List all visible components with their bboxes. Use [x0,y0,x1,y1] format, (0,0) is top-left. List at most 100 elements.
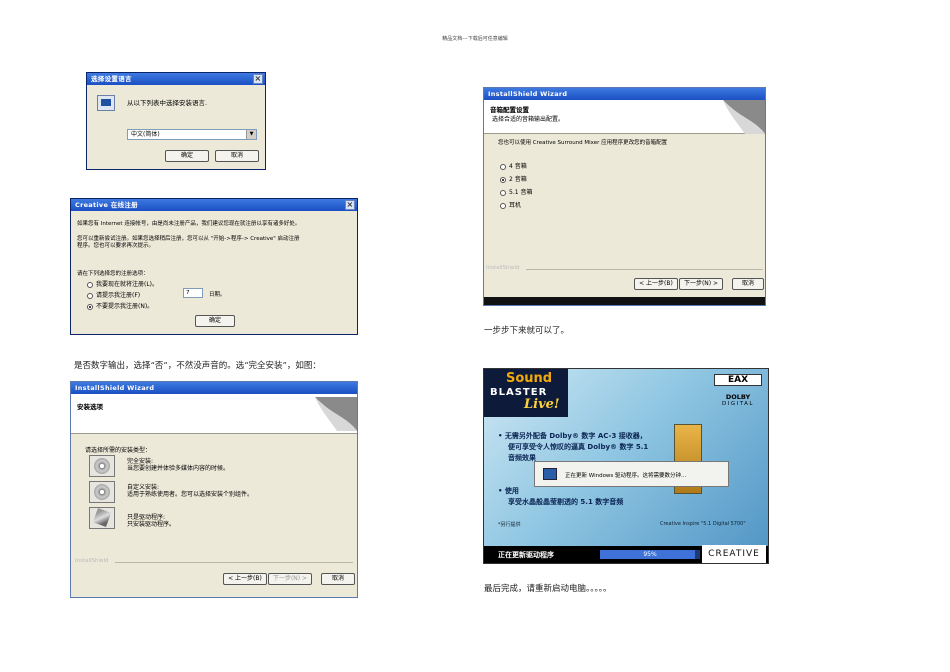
wizard-title: InstallShield Wizard [488,90,568,98]
note-text: *另行提供 [498,522,521,528]
computer-icon [97,95,115,111]
option-label: 5.1 音箱 [509,189,533,196]
radio-button-selected[interactable] [87,303,93,310]
radio-button[interactable] [500,202,506,209]
chevron-down-icon[interactable]: ▼ [246,130,256,139]
title-bar: 选择设置语言 × [87,73,265,85]
option-label: 4 音箱 [509,163,527,170]
close-icon[interactable]: × [345,200,355,210]
ok-button[interactable]: 确定 [165,150,209,162]
status-bar: 正在更新驱动程序 95% CREATIVE [484,545,768,563]
logo-box: Sound BLASTER Live! [484,369,568,417]
option-never-remind[interactable]: 不要提示我注册(N)。 [87,301,153,310]
info-text-2b: 程序。您也可以要求再次提示。 [77,243,155,249]
next-button[interactable]: 下一步(N) > [679,278,723,290]
progress-bar: 95% [600,550,700,559]
soundblaster-splash: Sound BLASTER Live! EAX DOLBY DIGITAL • … [483,368,769,564]
dolby-digital-text: DIGITAL [721,401,754,407]
custom-install-desc: 适用于熟练使用者。您可以选择安装个别组件。 [127,491,254,498]
bullet-1b: 便可享受令人惊叹的逼真 Dolby® 数字 5.1 [508,443,649,451]
options-prompt: 请在下列选择您的注册选项： [77,271,149,277]
setup-type-wizard: InstallShield Wizard 安装选项 请选择所需的安装类型： 完全… [70,381,358,598]
driver-only-desc: 只安装驱动程序。 [127,521,176,528]
page-header: 精品文档---下载后可任意编辑 [442,36,508,42]
status-text: 正在更新驱动程序 [498,551,554,559]
speaker-prompt: 您也可以使用 Creative Surround Mixer 应用程序更改您的音… [498,140,668,146]
option-label: 请提示我注册(F) [96,292,141,299]
installshield-brand: InstallShield [75,558,109,564]
back-button[interactable]: < 上一步(B) [223,573,267,585]
prompt-text: 从以下列表中选择安装语言. [127,99,208,107]
eax-logo: EAX [714,374,762,386]
updating-popup: 正在更新 Windows 驱动程序。这将需要数分钟... [534,461,729,487]
cancel-button[interactable]: 取消 [215,150,259,162]
language-dialog: 选择设置语言 × 从以下列表中选择安装语言. 中文(简体) ▼ 确定 取消 [86,72,266,170]
complete-install-desc: 当您要创建并体验多媒体内容的时候。 [127,465,230,472]
radio-button[interactable] [500,189,506,196]
dolby-text: DOLBY [725,393,751,401]
title-bar: InstallShield Wizard [484,88,765,100]
language-select[interactable]: 中文(简体) ▼ [127,129,257,140]
bullet-text: 无需另外配备 Dolby® 数字 AC-3 接收器， [504,432,647,440]
bullet-text: 使用 [504,487,519,495]
caption-done: 最后完成，请重新启动电脑。。。。。 [484,584,612,594]
wizard-heading: 音箱配置设置 [490,106,529,114]
setup-prompt: 请选择所需的安装类型： [85,447,152,454]
cd-settings-icon [94,484,110,500]
installshield-brand: InstallShield [486,265,520,271]
product-text: Creative Inspire "5.1 Digital 5700" [660,521,746,527]
speaker-config-wizard: InstallShield Wizard 音箱配置设置 选择合适的音箱输出配置。… [483,87,766,306]
caption-step: 一步步下来就可以了。 [484,326,570,336]
radio-button[interactable] [87,281,93,288]
days-value: 7 [186,290,190,296]
caption-digital-output: 是否数字输出，选择“否”，不然没声音的。选“完全安装”，如图： [74,361,321,371]
windows-icon [543,468,557,480]
logo-live: Live! [524,397,560,412]
option-4-speakers[interactable]: 4 音箱 [500,161,527,170]
radio-button-selected[interactable] [500,176,506,183]
option-label: 不要提示我注册(N)。 [96,303,154,310]
option-label: 2 音箱 [509,176,527,183]
language-select-value: 中文(简体) [131,131,160,138]
logo-sound: Sound [506,371,553,386]
dialog-title: Creative 在线注册 [75,201,138,209]
radio-button[interactable] [500,163,506,170]
creative-logo: CREATIVE [702,545,766,563]
title-bar: InstallShield Wizard [71,382,357,394]
separator [526,269,763,270]
back-button[interactable]: < 上一步(B) [634,278,678,290]
option-headphones[interactable]: 耳机 [500,200,521,209]
info-text-1: 如果您有 Internet 连接帐号，由是尚未注册产品，我们建议您现在就注册以享… [77,221,301,227]
next-button[interactable]: 下一步(N) > [268,573,312,585]
option-register-now[interactable]: 我要现在就将注册(L)。 [87,279,158,288]
close-icon[interactable]: × [253,74,263,84]
page-curl-icon [723,100,765,134]
bullet-1c: 音频效果 [508,454,536,462]
option-2-speakers[interactable]: 2 音箱 [500,174,527,183]
wizard-heading: 安装选项 [77,403,103,411]
dialog-title: 选择设置语言 [91,75,132,83]
option-label: 耳机 [509,202,522,209]
wizard-banner: 安装选项 [71,394,357,434]
wizard-subheading: 选择合适的音箱输出配置。 [492,116,565,123]
ok-button[interactable]: 确定 [195,315,235,327]
bottom-bar [484,297,765,305]
page-curl-icon [315,397,357,431]
option-5-1-speakers[interactable]: 5.1 音箱 [500,187,532,196]
title-bar: Creative 在线注册 × [71,199,357,211]
option-remind-later[interactable]: 请提示我注册(F) [87,290,140,299]
progress-label: 95% [643,551,657,558]
registration-dialog: Creative 在线注册 × 如果您有 Internet 连接帐号，由是尚未注… [70,198,358,335]
cancel-button[interactable]: 取消 [732,278,764,290]
bullet-2a: • 使用 [498,487,519,495]
days-spinner[interactable]: 7 [183,288,203,298]
cancel-button[interactable]: 取消 [321,573,355,585]
wizard-title: InstallShield Wizard [75,384,155,392]
bullet-2b: 享受水晶般晶莹剔透的 5.1 数字音频 [508,498,624,506]
radio-button[interactable] [87,292,93,299]
days-label: 日期。 [209,292,226,298]
wizard-banner: 音箱配置设置 选择合适的音箱输出配置。 [484,100,765,134]
option-label: 我要现在就将注册(L)。 [96,281,159,288]
eax-text: EAX [727,375,749,385]
popup-text: 正在更新 Windows 驱动程序。这将需要数分钟... [565,473,687,479]
